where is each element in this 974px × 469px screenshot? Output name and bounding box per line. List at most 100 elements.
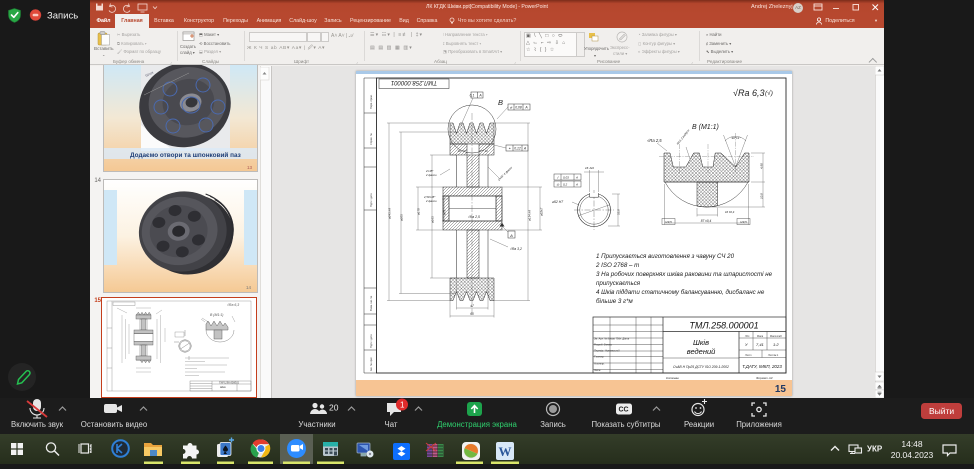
svg-text:60: 60 <box>470 312 474 316</box>
svg-text:Шків: Шків <box>220 385 226 389</box>
svg-text:⌀170: ⌀170 <box>417 208 421 215</box>
svg-text:Запись: Запись <box>47 11 78 22</box>
svg-text:√Ra 3,2: √Ra 3,2 <box>510 247 522 251</box>
svg-text:Т.контр.: Т.контр. <box>594 356 604 359</box>
svg-text:УКР: УКР <box>867 445 883 454</box>
svg-text:⌀245 h9: ⌀245 h9 <box>388 208 392 219</box>
svg-text:Літ: Літ <box>744 335 749 338</box>
svg-text:87 ±0,4: 87 ±0,4 <box>701 219 712 223</box>
svg-text:Участники: Участники <box>298 420 335 429</box>
svg-text:53,8: 53,8 <box>617 209 621 215</box>
svg-text:Шків: Шків <box>693 338 709 347</box>
svg-text:⫽: ⫽ <box>556 176 559 180</box>
svg-text:Лист: Лист <box>744 354 751 357</box>
svg-text:90°±1°: 90°±1° <box>731 136 741 140</box>
svg-text:Зм. Арк. № докум. Підп. Дата: Зм. Арк. № докум. Підп. Дата <box>594 338 630 341</box>
svg-text:Взам. інв. №: Взам. інв. № <box>369 296 373 311</box>
svg-text:4,90: 4,90 <box>760 163 764 169</box>
svg-text:20.04.2023: 20.04.2023 <box>891 450 934 460</box>
svg-text:В (М1:1): В (М1:1) <box>210 313 223 317</box>
svg-text:B: B <box>498 98 503 107</box>
svg-text:Показать субтитры: Показать субтитры <box>591 420 660 429</box>
svg-text:20: 20 <box>329 403 339 413</box>
svg-text:Формат А3: Формат А3 <box>756 376 773 380</box>
svg-text:Підп. і дата: Підп. і дата <box>369 193 373 207</box>
svg-text:16 Js9: 16 Js9 <box>585 166 594 170</box>
svg-text:t29,5: t29,5 <box>740 220 747 224</box>
svg-text:14:48: 14:48 <box>901 439 923 449</box>
svg-text:⌀52к7: ⌀52к7 <box>540 207 544 216</box>
svg-text:більше 3 г*м: більше 3 г*м <box>596 298 634 305</box>
svg-text:10,8: 10,8 <box>760 193 764 199</box>
svg-text:1: 1 <box>400 401 405 410</box>
svg-text:√Ra 2,5: √Ra 2,5 <box>468 215 480 219</box>
svg-text:Розроб. Зленко: Розроб. Зленко <box>594 344 613 347</box>
svg-text:Інв. № ориг.: Інв. № ориг. <box>369 357 373 371</box>
svg-text:1:2: 1:2 <box>773 342 779 347</box>
svg-text:R0,5 2 радіуси: R0,5 2 радіуси <box>676 128 691 146</box>
svg-text:2 фаски: 2 фаски <box>425 199 437 203</box>
svg-text:CC: CC <box>619 407 629 414</box>
svg-text:У: У <box>745 342 748 347</box>
svg-text:14: 14 <box>246 285 252 290</box>
svg-text:Справ. №: Справ. № <box>369 133 373 145</box>
svg-text:13: 13 <box>247 165 253 170</box>
svg-text:15: 15 <box>775 384 787 395</box>
svg-text:А: А <box>509 233 513 238</box>
svg-text:0,08: 0,08 <box>515 106 522 110</box>
svg-text:припускається: припускається <box>596 280 641 287</box>
svg-text:Затв.: Затв. <box>594 369 601 372</box>
svg-text:⌀75: ⌀75 <box>443 210 447 215</box>
svg-text:Т.ДАТУ, ІМКП, 2023: Т.ДАТУ, ІМКП, 2023 <box>742 364 782 369</box>
svg-text:3 На робочих поверхнях шківа р: 3 На робочих поверхнях шківа раковини та… <box>596 271 773 278</box>
svg-text:Перевір. Чернявський: Перевір. Чернявський <box>594 350 620 353</box>
svg-text:Перв. прим.: Перв. прим. <box>369 94 373 109</box>
svg-text:Масштаб: Масштаб <box>770 335 782 338</box>
svg-text:16 ±0,4: 16 ±0,4 <box>725 210 735 214</box>
svg-text:Включить звук: Включить звук <box>11 420 64 429</box>
svg-text:10: 10 <box>457 149 461 153</box>
svg-text:А: А <box>478 94 482 98</box>
svg-text:0,2: 0,2 <box>563 183 568 187</box>
svg-text:⌖: ⌖ <box>509 147 512 151</box>
svg-text:Маса: Маса <box>757 335 764 338</box>
svg-text:Копіював: Копіював <box>666 376 679 380</box>
svg-text:2 фаски: 2 фаски <box>425 173 437 177</box>
svg-text:А: А <box>575 176 578 180</box>
svg-text:√Ra 6,3: √Ra 6,3 <box>733 88 764 98</box>
svg-text:А: А <box>575 183 578 187</box>
svg-text:А: А <box>523 147 527 151</box>
svg-text:Демонстрация экрана: Демонстрация экрана <box>437 420 517 429</box>
svg-text:0,03: 0,03 <box>563 176 569 180</box>
svg-text:⌀205: ⌀205 <box>400 214 404 221</box>
svg-text:Запись: Запись <box>540 420 566 429</box>
svg-text:2 ISO 2768 – m: 2 ISO 2768 – m <box>595 262 639 269</box>
svg-text:◎: ◎ <box>557 183 560 187</box>
svg-text:Остановить видео: Остановить видео <box>81 420 148 429</box>
svg-text:СчАВ Н Пр25 ДСТУ ISO 209-1:200: СчАВ Н Пр25 ДСТУ ISO 209-1:2002 <box>673 365 729 369</box>
svg-text:4 Шків піддати статичному бала: 4 Шків піддати статичному балансуванню, … <box>596 289 765 296</box>
svg-text:В (М1:1): В (М1:1) <box>692 124 719 131</box>
svg-text:⌀165: ⌀165 <box>431 216 435 223</box>
svg-text:2×45° 4 фаски: 2×45° 4 фаски <box>496 165 513 182</box>
svg-text:ведений: ведений <box>687 347 716 356</box>
svg-text:⌀: ⌀ <box>510 106 513 110</box>
svg-text:W: W <box>499 444 512 459</box>
svg-text:Реакции: Реакции <box>684 420 714 429</box>
svg-text:0,1: 0,1 <box>470 94 475 98</box>
svg-text:ТМЛ.258.000001: ТМЛ.258.000001 <box>689 321 758 331</box>
svg-text:⌀52 Н7: ⌀52 Н7 <box>552 200 563 204</box>
svg-text:10: 10 <box>484 149 488 153</box>
svg-text:ТМЛ.258.000001: ТМЛ.258.000001 <box>219 381 240 385</box>
svg-text:Підп. і дата: Підп. і дата <box>369 334 373 348</box>
svg-text:Чат: Чат <box>385 420 398 429</box>
svg-text:7,41: 7,41 <box>756 342 764 347</box>
svg-text:Листів 1: Листів 1 <box>767 354 779 357</box>
svg-text:Приложения: Приложения <box>736 420 782 429</box>
svg-text:Выйти: Выйти <box>929 406 954 416</box>
svg-text:√Ra 2,5: √Ra 2,5 <box>647 138 662 143</box>
svg-text:1 Припускається виготовлення з: 1 Припускається виготовлення з чавуну СЧ… <box>596 253 735 260</box>
svg-text:√Ra 6,3: √Ra 6,3 <box>227 303 239 307</box>
svg-text:А: А <box>524 106 528 110</box>
svg-text:⌀134 h9: ⌀134 h9 <box>528 210 532 221</box>
